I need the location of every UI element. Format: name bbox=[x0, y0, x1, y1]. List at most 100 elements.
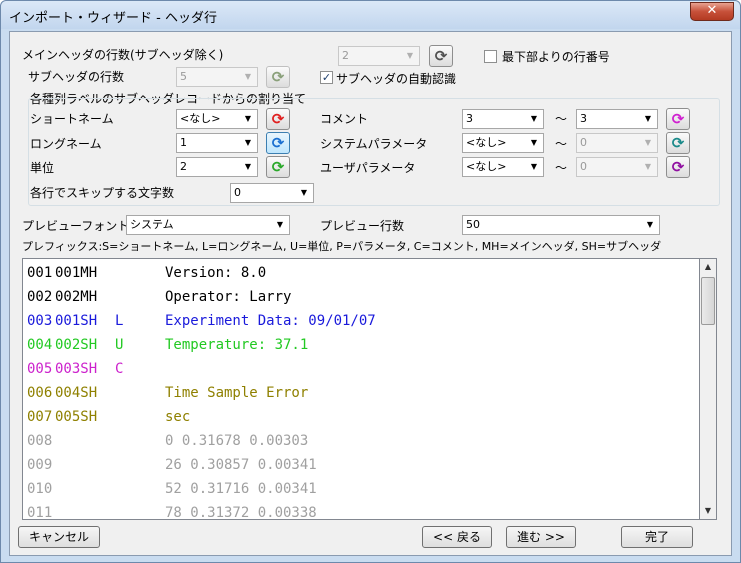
preview-rows-label: プレビュー行数 bbox=[320, 219, 405, 233]
unit-refresh-button[interactable]: ⟳ bbox=[266, 156, 290, 178]
chevron-down-icon: ▼ bbox=[300, 188, 308, 197]
preview-line-text: Time Sample Error bbox=[165, 385, 309, 401]
skip-chars-value: 0 bbox=[234, 186, 241, 199]
window-title: インポート・ウィザード - ヘッダ行 bbox=[9, 11, 217, 26]
user-param-from-value: <なし> bbox=[466, 160, 507, 173]
preview-line-tag: 002SH bbox=[55, 337, 98, 353]
refresh-icon: ⟳ bbox=[271, 110, 285, 128]
long-name-select[interactable]: 1 ▼ bbox=[176, 133, 258, 153]
unit-select[interactable]: 2 ▼ bbox=[176, 157, 258, 177]
chevron-down-icon: ▼ bbox=[244, 138, 252, 147]
preview-line-number: 003 bbox=[27, 313, 53, 329]
refresh-icon: ⟳ bbox=[671, 158, 685, 176]
preview-line-tag: 001MH bbox=[55, 265, 98, 281]
comment-from-value: 3 bbox=[466, 112, 473, 125]
close-button[interactable]: ✕ bbox=[690, 2, 734, 21]
tilde-separator: 〜 bbox=[555, 137, 568, 151]
refresh-icon: ⟳ bbox=[271, 68, 285, 86]
skip-chars-label: 各行でスキップする文字数 bbox=[30, 186, 175, 200]
preview-line-tag: 003SH bbox=[55, 361, 98, 377]
chevron-down-icon: ▼ bbox=[530, 114, 538, 123]
preview-line-code: U bbox=[115, 337, 124, 353]
user-param-label: ユーザパラメータ bbox=[320, 161, 416, 175]
comment-refresh-button[interactable]: ⟳ bbox=[666, 108, 690, 130]
comment-to-select[interactable]: 3 ▼ bbox=[576, 109, 658, 129]
refresh-icon: ⟳ bbox=[671, 110, 685, 128]
user-param-from-select[interactable]: <なし> ▼ bbox=[462, 157, 544, 177]
preview-text-area[interactable]: 001 001MH Version: 8.0 002 002MH Operator: La… bbox=[22, 258, 700, 520]
preview-line-code: C bbox=[115, 361, 124, 377]
preview-line-number: 010 bbox=[27, 481, 53, 497]
comment-from-select[interactable]: 3 ▼ bbox=[462, 109, 544, 129]
user-param-to-select[interactable]: 0 ▼ bbox=[576, 157, 658, 177]
system-param-from-select[interactable]: <なし> ▼ bbox=[462, 133, 544, 153]
preview-line-number: 004 bbox=[27, 337, 53, 353]
refresh-icon: ⟳ bbox=[271, 158, 285, 176]
comment-to-value: 3 bbox=[580, 112, 587, 125]
bottom-row-numbers-checkbox[interactable] bbox=[484, 50, 497, 63]
auto-detect-subheader-label: サブヘッダの自動認識 bbox=[336, 72, 457, 86]
system-param-to-select[interactable]: 0 ▼ bbox=[576, 133, 658, 153]
preview-line-tag: 002MH bbox=[55, 289, 98, 305]
tilde-separator: 〜 bbox=[555, 161, 568, 175]
prefix-legend: プレフィックス:S=ショートネーム, L=ロングネーム, U=単位, P=パラメ… bbox=[22, 240, 662, 253]
sub-header-rows-select[interactable]: 5 ▼ bbox=[176, 67, 258, 87]
sub-header-refresh-button[interactable]: ⟳ bbox=[266, 66, 290, 88]
main-header-rows-select[interactable]: 2 ▼ bbox=[338, 46, 420, 66]
wizard-window: インポート・ウィザード - ヘッダ行 ✕ メインヘッダの行数(サブヘッダ除く) … bbox=[0, 0, 741, 563]
chevron-down-icon: ▼ bbox=[244, 162, 252, 171]
preview-line-code: L bbox=[115, 313, 124, 329]
preview-font-select[interactable]: システム ▼ bbox=[126, 215, 290, 235]
main-header-rows-value: 2 bbox=[342, 49, 349, 62]
chevron-down-icon: ▼ bbox=[276, 220, 284, 229]
long-name-refresh-button[interactable]: ⟳ bbox=[266, 132, 290, 154]
user-param-refresh-button[interactable]: ⟳ bbox=[666, 156, 690, 178]
preview-line-text: Operator: Larry bbox=[165, 289, 292, 305]
chevron-down-icon: ▼ bbox=[644, 162, 652, 171]
preview-line-text: 26 0.30857 0.00341 bbox=[165, 457, 317, 473]
preview-line-number: 007 bbox=[27, 409, 53, 425]
scroll-down-icon[interactable]: ▼ bbox=[700, 503, 716, 519]
preview-line-number: 009 bbox=[27, 457, 53, 473]
skip-chars-select[interactable]: 0 ▼ bbox=[230, 183, 314, 203]
title-bar[interactable]: インポート・ウィザード - ヘッダ行 ✕ bbox=[1, 1, 740, 29]
preview-line-number: 001 bbox=[27, 265, 53, 281]
preview-line-text: 0 0.31678 0.00303 bbox=[165, 433, 309, 449]
main-header-refresh-button[interactable]: ⟳ bbox=[429, 45, 453, 67]
cancel-button[interactable]: キャンセル bbox=[18, 526, 100, 548]
system-param-to-value: 0 bbox=[580, 136, 587, 149]
preview-font-label: プレビューフォント bbox=[22, 219, 130, 233]
short-name-select[interactable]: <なし> ▼ bbox=[176, 109, 258, 129]
unit-label: 単位 bbox=[30, 161, 55, 175]
chevron-down-icon: ▼ bbox=[406, 51, 414, 60]
refresh-icon: ⟳ bbox=[271, 134, 285, 152]
next-button[interactable]: 進む >> bbox=[506, 526, 576, 548]
system-param-refresh-button[interactable]: ⟳ bbox=[666, 132, 690, 154]
preview-line-number: 008 bbox=[27, 433, 53, 449]
preview-line-number: 005 bbox=[27, 361, 53, 377]
tilde-separator: 〜 bbox=[555, 112, 568, 126]
refresh-icon: ⟳ bbox=[434, 47, 448, 65]
preview-font-value: システム bbox=[130, 218, 174, 231]
scroll-thumb[interactable] bbox=[701, 277, 715, 325]
preview-line-text: 78 0.31372 0.00338 bbox=[165, 505, 317, 520]
long-name-label: ロングネーム bbox=[30, 137, 102, 151]
preview-line-number: 002 bbox=[27, 289, 53, 305]
preview-line-text: Version: 8.0 bbox=[165, 265, 267, 281]
short-name-refresh-button[interactable]: ⟳ bbox=[266, 108, 290, 130]
preview-rows-select[interactable]: 50 ▼ bbox=[462, 215, 660, 235]
scroll-up-icon[interactable]: ▲ bbox=[700, 259, 716, 275]
preview-line-number: 011 bbox=[27, 505, 53, 520]
chevron-down-icon: ▼ bbox=[644, 114, 652, 123]
preview-line-text: Experiment Data: 09/01/07 bbox=[165, 313, 376, 329]
preview-scrollbar[interactable]: ▲ ▼ bbox=[700, 258, 717, 520]
back-button[interactable]: << 戻る bbox=[422, 526, 492, 548]
unit-value: 2 bbox=[180, 160, 187, 173]
main-header-rows-label: メインヘッダの行数(サブヘッダ除く) bbox=[22, 48, 224, 62]
finish-button[interactable]: 完了 bbox=[621, 526, 693, 548]
chevron-down-icon: ▼ bbox=[646, 220, 654, 229]
comment-label: コメント bbox=[320, 112, 369, 126]
chevron-down-icon: ▼ bbox=[530, 138, 538, 147]
auto-detect-subheader-checkbox[interactable]: ✓ bbox=[320, 71, 333, 84]
chevron-down-icon: ▼ bbox=[530, 162, 538, 171]
